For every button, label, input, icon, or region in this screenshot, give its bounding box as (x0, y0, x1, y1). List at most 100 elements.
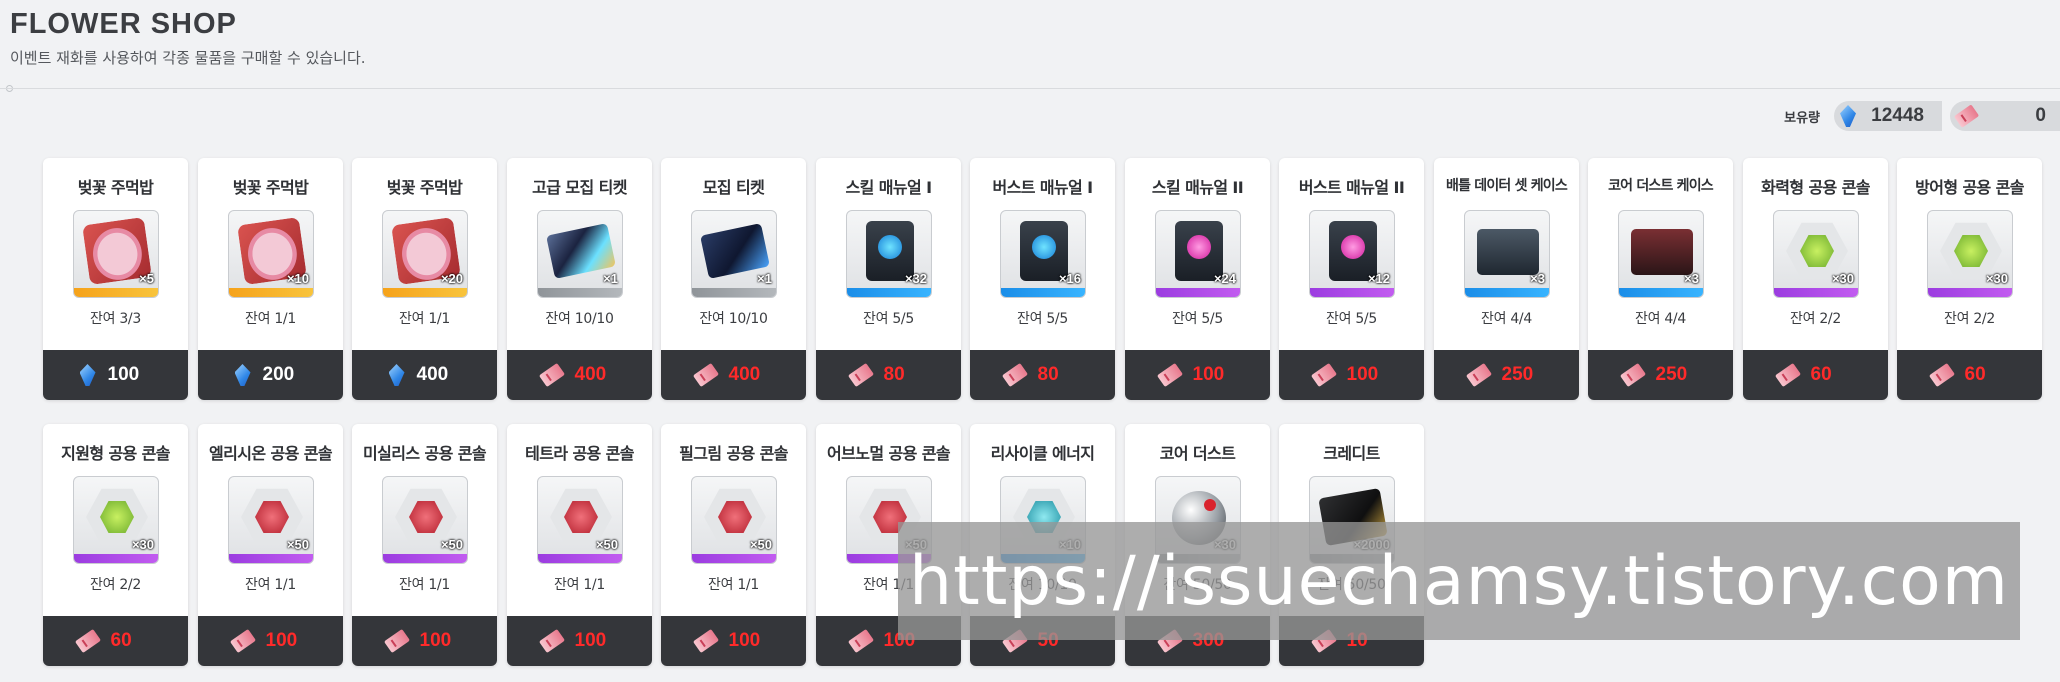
buy-button[interactable]: 100 (507, 616, 652, 666)
watermark-overlay: https://issuechamsy.tistory.com (898, 522, 2020, 640)
item-remaining: 잔여 2/2 (1944, 311, 1995, 327)
currency-wallet: 보유량 12448 0 (1784, 101, 2060, 131)
buy-button[interactable]: 100 (1125, 350, 1270, 400)
item-price: 100 (1346, 364, 1379, 385)
item-remaining: 잔여 5/5 (1017, 311, 1068, 327)
item-quantity: ×30 (1985, 271, 2008, 286)
shop-item-card[interactable]: 필그림 공용 콘솔 ×50 잔여 1/1 100 (661, 424, 806, 666)
buy-button[interactable]: 60 (1743, 350, 1888, 400)
buy-button[interactable]: 250 (1434, 350, 1579, 400)
item-thumbnail: ×30 (1927, 210, 2013, 298)
gem-amount: 12448 (1871, 105, 1924, 126)
buy-button[interactable]: 200 (198, 350, 343, 400)
item-name: 미실리스 공용 콘솔 (363, 444, 487, 463)
buy-button[interactable]: 400 (661, 350, 806, 400)
ticket-icon (1928, 362, 1955, 388)
shop-item-card[interactable]: 모집 티켓 ×1 잔여 10/10 400 (661, 158, 806, 400)
buy-button[interactable]: 100 (661, 616, 806, 666)
rarity-strip (1465, 288, 1549, 297)
item-name: 코어 더스트 (1159, 444, 1236, 463)
buy-button[interactable]: 60 (43, 616, 188, 666)
item-remaining: 잔여 5/5 (863, 311, 914, 327)
item-remaining: 잔여 1/1 (245, 311, 296, 327)
buy-button[interactable]: 80 (970, 350, 1115, 400)
item-remaining: 잔여 5/5 (1172, 311, 1223, 327)
item-name: 엘리시온 공용 콘솔 (209, 444, 333, 463)
ticket-icon (1156, 362, 1183, 388)
buy-button[interactable]: 60 (1897, 350, 2042, 400)
item-thumbnail: ×24 (1155, 210, 1241, 298)
shop-item-card[interactable]: 미실리스 공용 콘솔 ×50 잔여 1/1 100 (352, 424, 497, 666)
item-price: 100 (107, 364, 140, 385)
ticket-icon (229, 628, 256, 654)
item-thumbnail: ×3 (1618, 210, 1704, 298)
rarity-strip (1619, 288, 1703, 297)
ticket-icon (692, 628, 719, 654)
item-thumbnail: ×12 (1309, 210, 1395, 298)
item-thumbnail: ×30 (1773, 210, 1859, 298)
shop-item-card[interactable]: 방어형 공용 콘솔 ×30 잔여 2/2 60 (1897, 158, 2042, 400)
buy-button[interactable]: 400 (352, 350, 497, 400)
shop-item-card[interactable]: 벚꽃 주먹밥 ×5 잔여 3/3 100 (43, 158, 188, 400)
item-price: 400 (574, 364, 607, 385)
buy-button[interactable]: 100 (43, 350, 188, 400)
item-thumbnail: ×30 (73, 476, 159, 564)
item-price: 400 (728, 364, 761, 385)
gem-balance: 12448 (1834, 101, 1942, 131)
shop-item-card[interactable]: 스킬 매뉴얼 II ×24 잔여 5/5 100 (1125, 158, 1270, 400)
shop-item-card[interactable]: 벚꽃 주먹밥 ×20 잔여 1/1 400 (352, 158, 497, 400)
shop-item-card[interactable]: 고급 모집 티켓 ×1 잔여 10/10 400 (507, 158, 652, 400)
shop-item-card[interactable]: 스킬 매뉴얼 I ×32 잔여 5/5 80 (816, 158, 961, 400)
rarity-strip (383, 288, 467, 297)
ticket-amount: 0 (2035, 105, 2046, 126)
gem-icon (1840, 105, 1856, 127)
item-quantity: ×3 (1530, 271, 1545, 286)
item-remaining: 잔여 1/1 (245, 577, 296, 593)
item-thumbnail: ×50 (228, 476, 314, 564)
item-remaining: 잔여 1/1 (399, 577, 450, 593)
item-thumbnail: ×50 (382, 476, 468, 564)
shop-item-card[interactable]: 코어 더스트 케이스 ×3 잔여 4/4 250 (1588, 158, 1733, 400)
gem-icon (79, 364, 96, 386)
item-quantity: ×12 (1367, 271, 1390, 286)
shop-item-card[interactable]: 테트라 공용 콘솔 ×50 잔여 1/1 100 (507, 424, 652, 666)
rarity-strip (229, 288, 313, 297)
shop-item-card[interactable]: 버스트 매뉴얼 I ×16 잔여 5/5 80 (970, 158, 1115, 400)
item-name: 버스트 매뉴얼 I (992, 178, 1093, 197)
item-name: 벚꽃 주먹밥 (386, 178, 463, 197)
item-remaining: 잔여 10/10 (545, 311, 614, 327)
ticket-icon (538, 362, 565, 388)
shop-item-card[interactable]: 버스트 매뉴얼 II ×12 잔여 5/5 100 (1279, 158, 1424, 400)
item-remaining: 잔여 5/5 (1326, 311, 1377, 327)
shop-item-card[interactable]: 화력형 공용 콘솔 ×30 잔여 2/2 60 (1743, 158, 1888, 400)
buy-button[interactable]: 250 (1588, 350, 1733, 400)
shop-item-card[interactable]: 배틀 데이터 셋 케이스 ×3 잔여 4/4 250 (1434, 158, 1579, 400)
item-price: 100 (728, 630, 761, 651)
item-price: 400 (416, 364, 449, 385)
item-name: 스킬 매뉴얼 I (845, 178, 933, 197)
item-name: 고급 모집 티켓 (532, 178, 627, 197)
rarity-strip (538, 554, 622, 563)
item-price: 100 (265, 630, 298, 651)
buy-button[interactable]: 100 (352, 616, 497, 666)
shop-item-card[interactable]: 엘리시온 공용 콘솔 ×50 잔여 1/1 100 (198, 424, 343, 666)
buy-button[interactable]: 100 (1279, 350, 1424, 400)
item-remaining: 잔여 4/4 (1635, 311, 1686, 327)
rarity-strip (1310, 288, 1394, 297)
item-price: 60 (110, 630, 132, 651)
item-quantity: ×10 (286, 271, 309, 286)
shop-item-card[interactable]: 지원형 공용 콘솔 ×30 잔여 2/2 60 (43, 424, 188, 666)
item-remaining: 잔여 1/1 (554, 577, 605, 593)
shop-header: FLOWER SHOP 이벤트 재화를 사용하여 각종 물품을 구매할 수 있습… (10, 8, 366, 68)
buy-button[interactable]: 80 (816, 350, 961, 400)
rarity-strip (692, 554, 776, 563)
ticket-icon (1774, 362, 1801, 388)
item-thumbnail: ×3 (1464, 210, 1550, 298)
item-quantity: ×50 (595, 537, 618, 552)
buy-button[interactable]: 400 (507, 350, 652, 400)
ticket-icon (74, 628, 101, 654)
shop-item-card[interactable]: 벚꽃 주먹밥 ×10 잔여 1/1 200 (198, 158, 343, 400)
item-name: 테트라 공용 콘솔 (525, 444, 634, 463)
wallet-label: 보유량 (1784, 110, 1820, 126)
buy-button[interactable]: 100 (198, 616, 343, 666)
